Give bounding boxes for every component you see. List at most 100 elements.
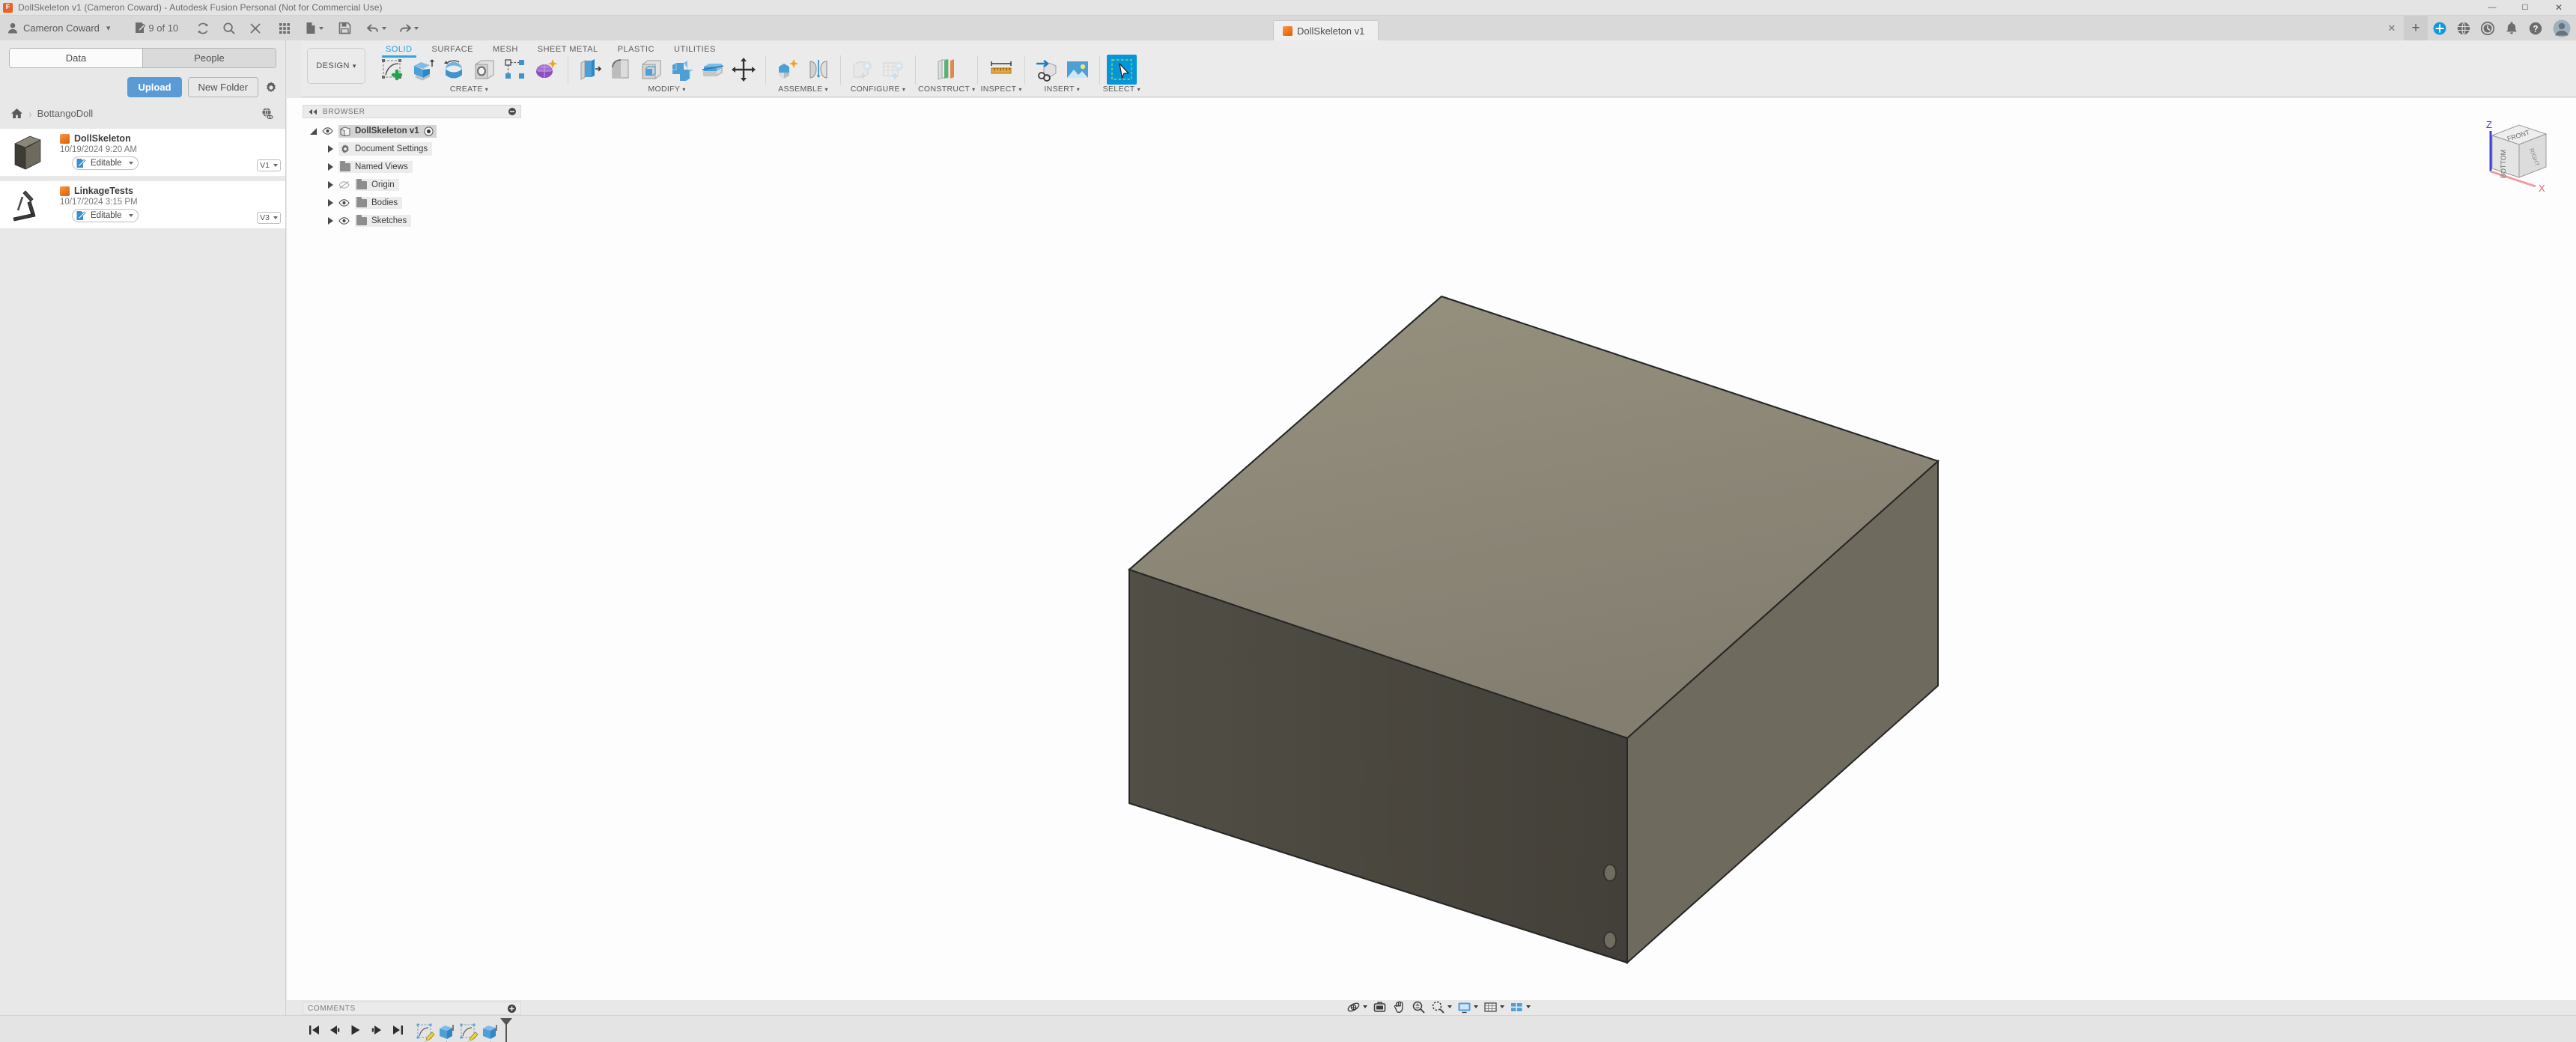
close-search-button[interactable]: [244, 17, 266, 39]
timeline-go-to-beginning-button[interactable]: [303, 1020, 324, 1041]
file-version-badge[interactable]: V1: [257, 159, 281, 171]
timeline-go-to-end-button[interactable]: [387, 1020, 408, 1041]
combine-icon[interactable]: [667, 55, 697, 85]
file-status-dropdown[interactable]: Editable: [72, 209, 139, 222]
search-button[interactable]: [218, 17, 240, 39]
rectangular-pattern-icon[interactable]: [500, 55, 530, 85]
visibility-eye-icon[interactable]: [338, 199, 350, 207]
help-button[interactable]: ?: [2524, 16, 2548, 40]
grid-snaps-button[interactable]: [1481, 999, 1507, 1015]
create-sketch-icon[interactable]: [377, 55, 407, 85]
timeline-end-marker[interactable]: [500, 1018, 512, 1042]
tab-people[interactable]: People: [142, 49, 276, 67]
orbit-button[interactable]: [1344, 999, 1370, 1015]
viewports-button[interactable]: [1507, 999, 1533, 1015]
split-face-icon[interactable]: [698, 55, 728, 85]
tree-item-origin[interactable]: Origin: [303, 176, 521, 194]
extrude-icon[interactable]: [408, 55, 438, 85]
timeline-feature-extrude[interactable]: [481, 1023, 500, 1042]
panel-label-select[interactable]: SELECT ▾: [1103, 85, 1140, 94]
panel-label-insert[interactable]: INSERT ▾: [1044, 85, 1080, 94]
move-copy-icon[interactable]: [729, 55, 759, 85]
minimize-panel-icon[interactable]: [508, 108, 516, 115]
share-globe-icon[interactable]: [261, 107, 273, 120]
window-minimize-button[interactable]: —: [2476, 0, 2509, 16]
fillet-icon[interactable]: [606, 55, 636, 85]
save-button[interactable]: [334, 17, 356, 39]
extension-manager-button[interactable]: [2428, 16, 2452, 40]
tree-item-dollskeleton[interactable]: DollSkeleton v1: [303, 122, 521, 140]
expand-triangle-icon[interactable]: [328, 181, 333, 189]
revolve-icon[interactable]: [439, 55, 469, 85]
expand-triangle-icon[interactable]: [328, 163, 333, 171]
workspace-switcher-button[interactable]: DESIGN ▾: [307, 48, 365, 84]
window-close-button[interactable]: ✕: [2542, 0, 2576, 16]
press-pull-icon[interactable]: [575, 55, 605, 85]
tree-item-document-settings[interactable]: Document Settings: [303, 140, 521, 158]
list-item[interactable]: DollSkeleton 10/19/2024 9:20 AM Editable…: [0, 129, 285, 176]
recent-activity-button[interactable]: [2476, 16, 2500, 40]
zoom-window-button[interactable]: [1429, 999, 1454, 1015]
visibility-eye-hidden-icon[interactable]: [338, 181, 350, 189]
zoom-button[interactable]: [1409, 999, 1428, 1015]
new-component-icon[interactable]: [773, 55, 803, 85]
notifications-button[interactable]: [2500, 16, 2524, 40]
tree-item-named-views[interactable]: Named Views: [303, 158, 521, 176]
form-icon[interactable]: [531, 55, 561, 85]
tree-item-bodies[interactable]: Bodies: [303, 194, 521, 212]
expand-triangle-icon[interactable]: [328, 199, 333, 207]
visibility-eye-icon[interactable]: [338, 217, 350, 225]
user-avatar-button[interactable]: [2548, 16, 2576, 40]
configuration-table-icon[interactable]: [878, 55, 908, 85]
insert-canvas-icon[interactable]: [1063, 55, 1093, 85]
file-status-dropdown[interactable]: Editable: [72, 156, 139, 170]
file-version-badge[interactable]: V3: [257, 212, 281, 224]
panel-label-configure[interactable]: CONFIGURE ▾: [851, 85, 906, 94]
timeline-feature-sketch[interactable]: [459, 1023, 479, 1042]
home-icon[interactable]: [10, 108, 23, 119]
tab-close-button[interactable]: ✕: [2380, 16, 2404, 40]
list-item[interactable]: LinkageTests 10/17/2024 3:15 PM Editable…: [0, 181, 285, 228]
timeline-feature-extrude[interactable]: [437, 1023, 457, 1042]
timeline-play-button[interactable]: [345, 1020, 366, 1041]
display-settings-button[interactable]: [1455, 999, 1480, 1015]
panel-label-modify[interactable]: MODIFY ▾: [648, 85, 685, 94]
new-tab-button[interactable]: +: [2404, 16, 2428, 40]
collapse-left-icon[interactable]: [308, 109, 318, 115]
pan-button[interactable]: [1390, 999, 1409, 1015]
job-status-button[interactable]: 9 of 10: [131, 17, 181, 39]
timeline-step-back-button[interactable]: [324, 1020, 345, 1041]
panel-label-assemble[interactable]: ASSEMBLE ▾: [778, 85, 828, 94]
data-panel-settings-button[interactable]: [264, 81, 278, 94]
3d-viewport[interactable]: Z X FRONT BOTTOM RIGHT: [287, 98, 2576, 1000]
tab-data[interactable]: Data: [10, 49, 142, 67]
upload-button[interactable]: Upload: [127, 77, 182, 97]
insert-derive-icon[interactable]: [1032, 55, 1062, 85]
new-document-button[interactable]: [303, 17, 326, 39]
panel-label-construct[interactable]: CONSTRUCT ▾: [918, 85, 975, 94]
timeline-step-forward-button[interactable]: [366, 1020, 387, 1041]
measure-icon[interactable]: [986, 55, 1016, 85]
select-tool-icon[interactable]: [1106, 55, 1137, 85]
configuration-icon[interactable]: [848, 55, 878, 85]
expand-triangle-icon[interactable]: [310, 127, 317, 135]
breadcrumb-folder[interactable]: BottangoDoll: [37, 108, 93, 119]
model-render[interactable]: [287, 98, 2576, 1000]
redo-button[interactable]: [395, 17, 422, 39]
add-comment-icon[interactable]: [508, 1004, 516, 1013]
hole-icon[interactable]: [470, 55, 499, 85]
apps-grid-button[interactable]: [273, 17, 295, 39]
expand-triangle-icon[interactable]: [328, 145, 333, 153]
shell-icon[interactable]: [637, 55, 666, 85]
panel-label-inspect[interactable]: INSPECT ▾: [980, 85, 1021, 94]
offset-plane-icon[interactable]: [932, 55, 962, 85]
joint-icon[interactable]: [804, 55, 833, 85]
look-at-button[interactable]: [1370, 999, 1389, 1015]
refresh-button[interactable]: [192, 17, 213, 39]
view-cube[interactable]: Z X FRONT BOTTOM RIGHT: [2473, 115, 2563, 195]
document-tab[interactable]: DollSkeleton v1: [1273, 20, 1379, 40]
tree-item-sketches[interactable]: Sketches: [303, 212, 521, 230]
visibility-eye-icon[interactable]: [322, 127, 333, 135]
activate-icon[interactable]: [424, 126, 434, 136]
user-account-menu[interactable]: Cameron Coward ▾: [0, 16, 118, 40]
